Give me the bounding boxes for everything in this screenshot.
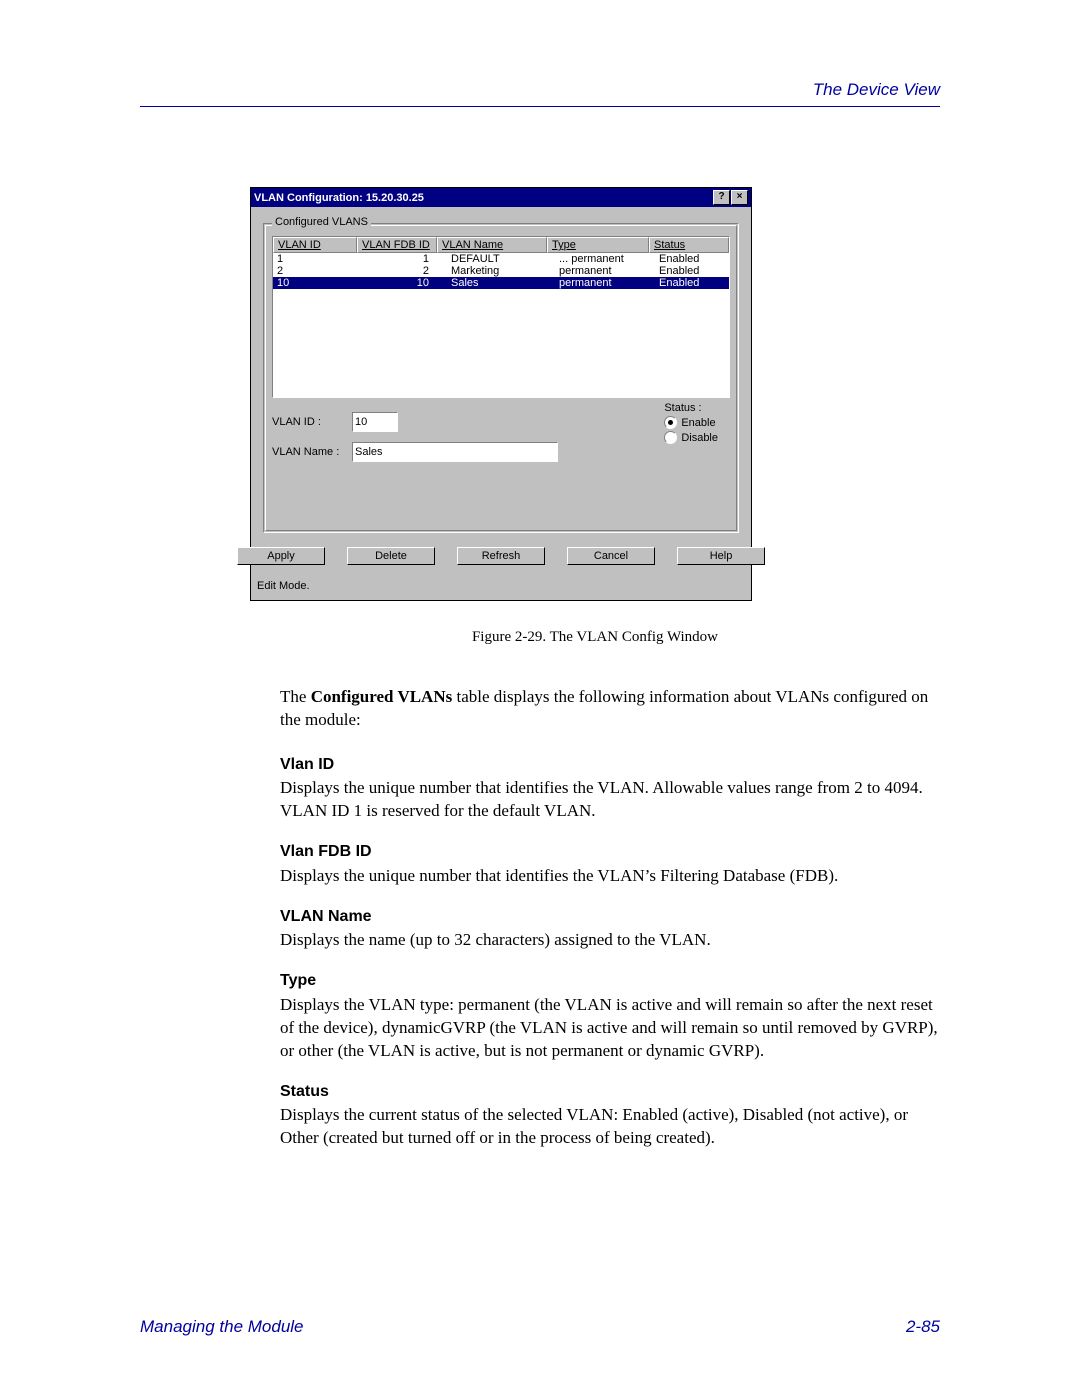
footer-right: 2-85 xyxy=(906,1317,940,1337)
status-bar: Edit Mode. xyxy=(251,577,751,600)
desc-type: Displays the VLAN type: permanent (the V… xyxy=(280,994,940,1063)
help-icon[interactable]: ? xyxy=(713,190,730,205)
table-row[interactable]: 22MarketingpermanentEnabled xyxy=(273,265,729,277)
col-type[interactable]: Type xyxy=(547,237,649,253)
dialog-button-row: Apply Delete Refresh Cancel Help xyxy=(267,547,735,565)
vlan-config-dialog: VLAN Configuration: 15.20.30.25 ? × Conf… xyxy=(250,187,752,601)
help-button[interactable]: Help xyxy=(677,547,765,565)
table-header-row: VLAN ID VLAN FDB ID VLAN Name Type Statu… xyxy=(273,237,729,253)
section-title: The Device View xyxy=(813,80,940,99)
vlan-name-input[interactable] xyxy=(352,442,558,462)
configured-vlans-group: Configured VLANS VLAN ID VLAN FDB ID VLA… xyxy=(263,223,739,533)
radio-enable[interactable] xyxy=(664,416,677,429)
desc-status: Displays the current status of the selec… xyxy=(280,1104,940,1150)
figure-container: VLAN Configuration: 15.20.30.25 ? × Conf… xyxy=(250,187,940,646)
table-row[interactable]: 1010SalespermanentEnabled xyxy=(273,277,729,289)
status-group: Status : Enable Disable xyxy=(664,402,718,444)
cancel-button[interactable]: Cancel xyxy=(567,547,655,565)
radio-enable-label: Enable xyxy=(681,417,715,429)
dialog-title: VLAN Configuration: 15.20.30.25 xyxy=(254,192,424,204)
term-vlan-id: Vlan ID xyxy=(280,754,940,776)
desc-vlan-id: Displays the unique number that identifi… xyxy=(280,777,940,823)
delete-button[interactable]: Delete xyxy=(347,547,435,565)
term-vlan-fdb-id: Vlan FDB ID xyxy=(280,841,940,863)
vlan-name-label: VLAN Name : xyxy=(272,446,352,458)
status-label: Status : xyxy=(664,402,718,414)
vlan-id-input[interactable] xyxy=(352,412,398,432)
term-status: Status xyxy=(280,1081,940,1103)
page-footer: Managing the Module 2-85 xyxy=(140,1317,940,1337)
radio-disable-label: Disable xyxy=(681,432,718,444)
footer-left: Managing the Module xyxy=(140,1317,304,1337)
close-icon[interactable]: × xyxy=(731,190,748,205)
vlan-id-label: VLAN ID : xyxy=(272,416,352,428)
table-row[interactable]: 11DEFAULT... permanentEnabled xyxy=(273,253,729,265)
term-vlan-name: VLAN Name xyxy=(280,906,940,928)
desc-vlan-name: Displays the name (up to 32 characters) … xyxy=(280,929,940,952)
col-vlan-name[interactable]: VLAN Name xyxy=(437,237,547,253)
figure-caption: Figure 2-29. The VLAN Config Window xyxy=(250,629,940,646)
term-type: Type xyxy=(280,970,940,992)
col-status[interactable]: Status xyxy=(649,237,729,253)
radio-disable[interactable] xyxy=(664,431,677,444)
col-vlan-fdb-id[interactable]: VLAN FDB ID xyxy=(357,237,437,253)
col-vlan-id[interactable]: VLAN ID xyxy=(273,237,357,253)
refresh-button[interactable]: Refresh xyxy=(457,547,545,565)
page-header: The Device View xyxy=(140,80,940,107)
vlan-table[interactable]: VLAN ID VLAN FDB ID VLAN Name Type Statu… xyxy=(272,236,730,398)
apply-button[interactable]: Apply xyxy=(237,547,325,565)
desc-vlan-fdb-id: Displays the unique number that identifi… xyxy=(280,865,940,888)
intro-paragraph: The Configured VLANs table displays the … xyxy=(280,686,940,732)
groupbox-title: Configured VLANS xyxy=(272,216,371,228)
body-text: The Configured VLANs table displays the … xyxy=(280,686,940,1150)
dialog-titlebar[interactable]: VLAN Configuration: 15.20.30.25 ? × xyxy=(251,188,751,207)
